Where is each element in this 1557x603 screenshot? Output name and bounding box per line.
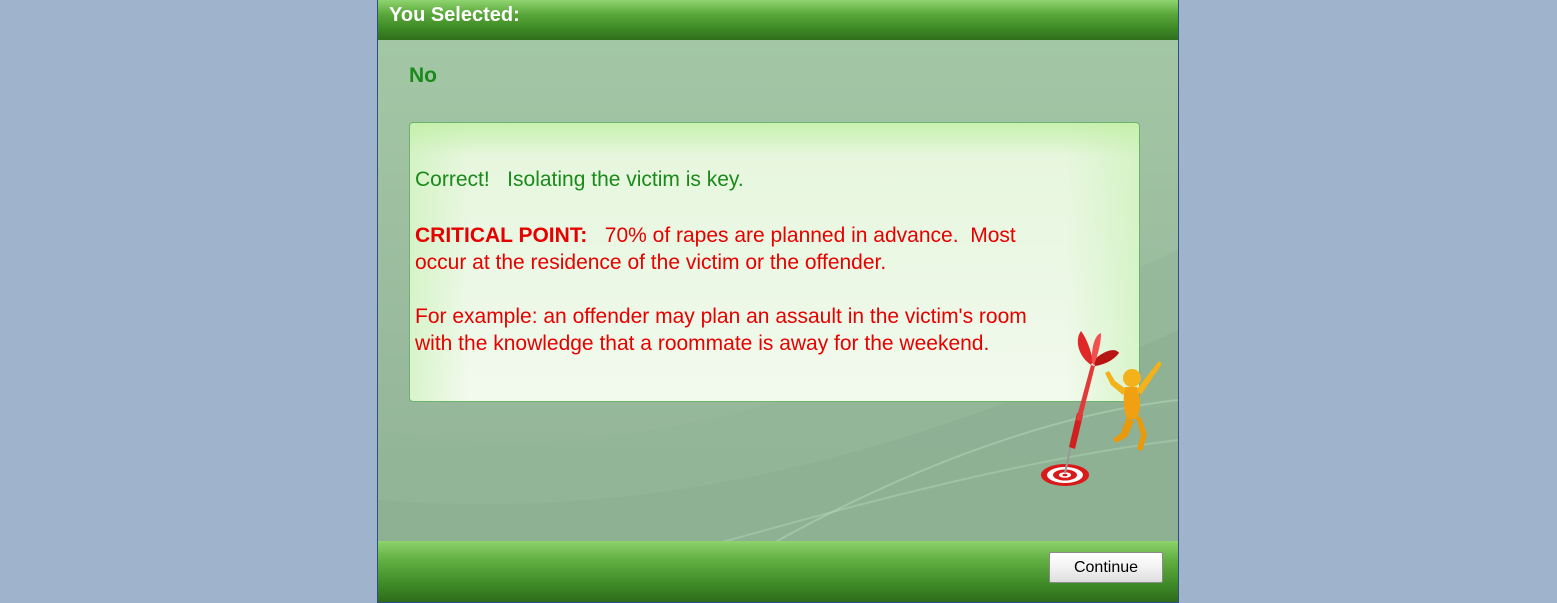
critical-point-label: CRITICAL POINT:	[415, 224, 588, 247]
critical-point-text: 70% of rapes are planned in advance. Mos…	[587, 224, 1016, 247]
dialog-header: You Selected:	[378, 0, 1178, 40]
dart-target-cheering-figure-icon	[1041, 331, 1162, 486]
critical-point: CRITICAL POINT: 70% of rapes are planned…	[415, 222, 1016, 249]
critical-point-text-line2: occur at the residence of the victim or …	[415, 251, 887, 274]
example-text-line1: For example: an offender may plan an ass…	[415, 305, 1027, 328]
correct-message: Correct! Isolating the victim is key.	[415, 168, 744, 191]
example-text-line2: with the knowledge that a roommate is aw…	[415, 332, 990, 355]
dialog-footer: Continue	[378, 541, 1178, 602]
feedback-box: Correct! Isolating the victim is key. CR…	[409, 122, 1140, 402]
feedback-dialog: You Selected: No Correct! Isolating the …	[377, 0, 1179, 603]
continue-button[interactable]: Continue	[1049, 552, 1163, 583]
dialog-title: You Selected:	[389, 4, 520, 26]
selected-answer: No	[409, 64, 437, 87]
